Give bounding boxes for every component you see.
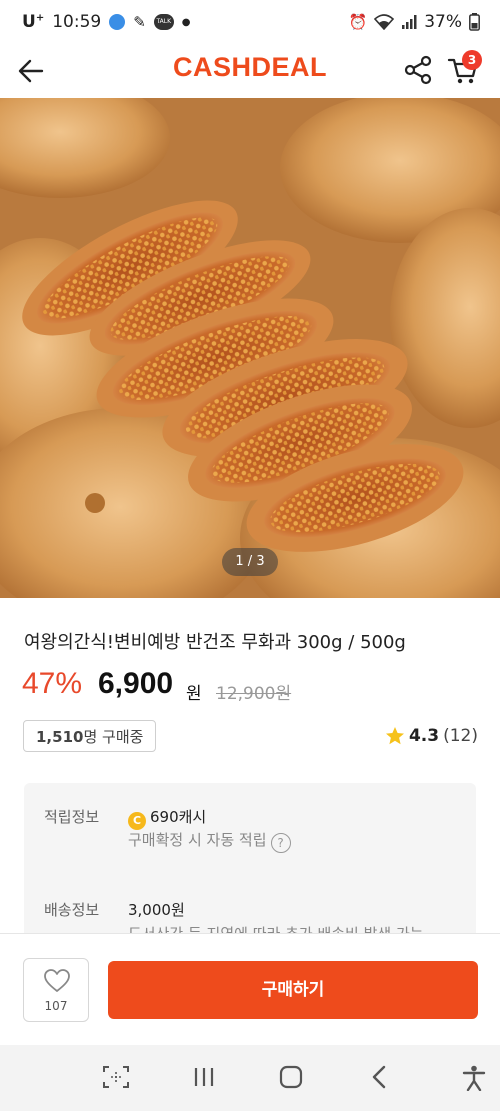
battery-level: 37% [424, 12, 462, 32]
points-label: 적립정보 [44, 808, 100, 826]
info-box: 적립정보 C690캐시 구매확정 시 자동 적립? 배송정보 3,000원 도서… [24, 783, 476, 943]
home-icon[interactable] [279, 1065, 303, 1089]
price-unit: 원 [186, 684, 202, 704]
carrier-label: U+ [22, 12, 45, 32]
signal-icon [402, 15, 417, 29]
screenshot-capture-icon[interactable] [102, 1065, 130, 1089]
product-image[interactable] [0, 98, 500, 598]
globe-icon [109, 14, 126, 30]
shipping-label: 배송정보 [44, 901, 100, 919]
recent-apps-icon[interactable] [192, 1065, 216, 1089]
more-notifications-dot-icon: ● [181, 16, 191, 28]
buy-button[interactable]: 구매하기 [108, 961, 478, 1019]
dried-figs-photo [0, 98, 500, 598]
like-button[interactable]: 107 [23, 958, 89, 1022]
like-count: 107 [44, 999, 68, 1013]
star-icon [385, 727, 404, 745]
cart-count-badge: 3 [462, 50, 482, 70]
original-price: 12,900원 [216, 684, 292, 704]
heart-icon [44, 969, 70, 992]
alarm-icon: ⏰ [348, 13, 368, 31]
back-icon[interactable] [368, 1065, 392, 1089]
battery-icon [469, 13, 480, 31]
points-value-row: C 690캐시 [128, 806, 206, 830]
bottom-action-bar: 107 구매하기 [0, 933, 500, 1046]
accessibility-icon[interactable] [462, 1065, 486, 1091]
status-time: 10:59 [52, 12, 102, 32]
help-question-icon[interactable]: ? [270, 833, 291, 853]
buyers-count-badge: 1,510명 구매중 [23, 720, 157, 752]
discount-rate: 47% [22, 667, 83, 700]
shipping-value: 3,000원 [128, 901, 185, 919]
buyers-count: 1,510 [36, 728, 84, 746]
sale-price: 6,900 [98, 667, 174, 700]
rating-summary[interactable]: 4.3 (12) [385, 726, 478, 746]
buyers-suffix: 명 구매중 [83, 728, 144, 746]
image-counter: 1 / 3 [222, 548, 278, 576]
product-title: 여왕의간식!변비예방 반건조 무화과 300g / 500g [24, 632, 406, 653]
cash-coin-icon: C [128, 812, 146, 830]
rating-value: 4.3 [408, 726, 440, 746]
points-note-row: 구매확정 시 자동 적립? [128, 829, 291, 853]
app-header: CASHDEAL 3 [0, 46, 500, 98]
status-bar: U+ 10:59 ✎ TALK ● ⏰ 37% [0, 0, 500, 46]
app-notification-icon: ✎ [133, 13, 146, 31]
points-note: 구매확정 시 자동 적립 [128, 831, 267, 849]
talk-icon: TALK [153, 14, 174, 30]
share-icon[interactable] [402, 54, 434, 86]
system-navigation-bar [0, 1045, 500, 1111]
wifi-icon [374, 14, 395, 30]
review-count: (12) [443, 726, 478, 746]
points-value: 690캐시 [150, 808, 207, 826]
